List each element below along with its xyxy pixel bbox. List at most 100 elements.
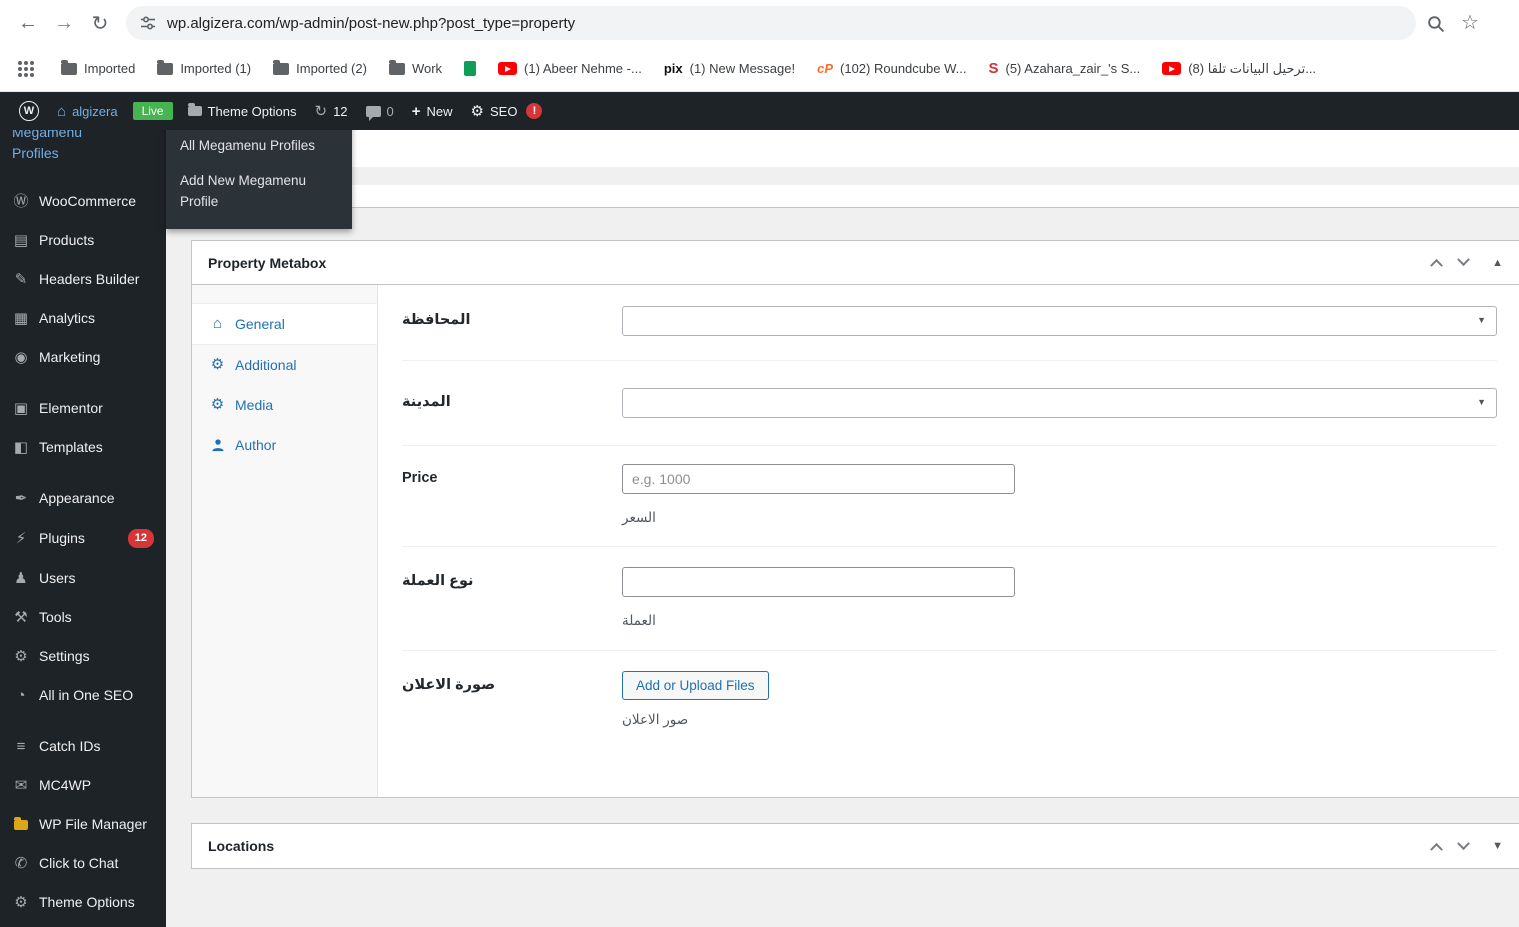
- move-up-icon[interactable]: [1430, 842, 1443, 856]
- sidebar-item-marketing[interactable]: Marketing: [0, 338, 166, 377]
- bookmark-label: Imported: [84, 61, 136, 76]
- sidebar-item-megamenu-profiles[interactable]: Megamenu Profiles: [0, 130, 120, 164]
- move-down-icon[interactable]: [1457, 253, 1470, 267]
- sidebar-item-appearance[interactable]: Appearance: [0, 479, 166, 518]
- sidebar-item-theme-options[interactable]: Theme Options: [0, 883, 166, 922]
- field-row-currency-type: نوع العملة العملة: [402, 547, 1497, 651]
- updates-menu[interactable]: 12: [305, 92, 356, 130]
- sidebar-item-mc4wp[interactable]: MC4WP: [0, 766, 166, 805]
- bookmark-imported[interactable]: Imported: [50, 55, 146, 82]
- sidebar-item-woocommerce[interactable]: WooCommerce: [0, 182, 166, 221]
- back-button[interactable]: [10, 5, 46, 41]
- home-icon: [57, 103, 66, 120]
- sidebar-item-catch-ids[interactable]: Catch IDs: [0, 727, 166, 766]
- sidebar-item-label: Click to Chat: [39, 855, 119, 871]
- bookmark-label: (1) Abeer Nehme -...: [524, 61, 642, 76]
- sidebar-item-elementor[interactable]: Elementor: [0, 389, 166, 428]
- bookmark-azahara[interactable]: S (5) Azahara_zair_'s S...: [977, 54, 1151, 83]
- sidebar-item-partial[interactable]: [0, 922, 166, 927]
- bookmark-label: (1) New Message!: [689, 61, 796, 76]
- tab-media[interactable]: Media: [192, 385, 377, 425]
- tab-label: Media: [235, 397, 274, 413]
- sidebar-item-templates[interactable]: Templates: [0, 428, 166, 467]
- address-bar[interactable]: wp.algizera.com/wp-admin/post-new.php?po…: [126, 6, 1416, 40]
- post-title-field-partial[interactable]: [192, 185, 1519, 208]
- tab-author[interactable]: Author: [192, 425, 377, 465]
- sidebar-item-label: Templates: [39, 439, 103, 455]
- wordpress-logo-menu[interactable]: W: [10, 92, 48, 130]
- tab-general[interactable]: General: [192, 303, 377, 345]
- sidebar-item-tools[interactable]: Tools: [0, 598, 166, 637]
- menu-separator: [0, 715, 166, 727]
- pencil-icon: [12, 271, 30, 288]
- bookmark-youtube-1[interactable]: (1) Abeer Nehme -...: [487, 55, 653, 82]
- new-content-menu[interactable]: New: [403, 92, 462, 130]
- flyout-item-add-new-megamenu-profile[interactable]: Add New Megamenu Profile: [166, 164, 352, 220]
- reload-button[interactable]: [82, 5, 118, 41]
- theme-options-toolbar-menu[interactable]: Theme Options: [179, 92, 306, 130]
- sidebar-item-headers-builder[interactable]: Headers Builder: [0, 260, 166, 299]
- site-settings-icon[interactable]: [140, 15, 156, 31]
- mail-icon: [12, 777, 30, 794]
- sheets-icon: [464, 61, 477, 76]
- ad-image-helper-text: صور الاعلان: [622, 712, 689, 727]
- sidebar-item-users[interactable]: Users: [0, 559, 166, 598]
- property-metabox-panel: Property Metabox ▲ General Additional: [191, 240, 1519, 798]
- brush-icon: [12, 490, 30, 507]
- megamenu-profiles-flyout: All Megamenu Profiles Add New Megamenu P…: [166, 120, 352, 229]
- flyout-item-all-megamenu-profiles[interactable]: All Megamenu Profiles: [166, 129, 352, 164]
- bookmark-label: (5) Azahara_zair_'s S...: [1005, 61, 1141, 76]
- comments-count: 0: [386, 103, 394, 119]
- forward-button[interactable]: [46, 5, 82, 41]
- panel-actions: ▲: [1430, 253, 1505, 272]
- field-row-city: المدينة: [402, 361, 1497, 446]
- move-down-icon[interactable]: [1457, 836, 1470, 850]
- bookmark-sheets[interactable]: [453, 55, 487, 82]
- seo-menu[interactable]: SEO !: [462, 92, 552, 130]
- templates-icon: [12, 439, 30, 456]
- sidebar-item-label: Headers Builder: [39, 271, 140, 287]
- sidebar-item-click-to-chat[interactable]: Click to Chat: [0, 844, 166, 883]
- live-badge: Live: [132, 102, 173, 120]
- products-icon: [12, 232, 30, 249]
- add-or-upload-files-button[interactable]: Add or Upload Files: [622, 671, 769, 700]
- tab-additional[interactable]: Additional: [192, 345, 377, 385]
- apps-grid-icon[interactable]: [18, 60, 34, 77]
- sidebar-item-products[interactable]: Products: [0, 221, 166, 260]
- sidebar-item-label: Catch IDs: [39, 738, 101, 754]
- sidebar-item-wp-file-manager[interactable]: WP File Manager: [0, 805, 166, 844]
- sidebar-item-analytics[interactable]: Analytics: [0, 299, 166, 338]
- move-up-icon[interactable]: [1430, 258, 1443, 272]
- sidebar-item-all-in-one-seo[interactable]: All in One SEO: [0, 676, 166, 715]
- panel-actions: ▼: [1430, 836, 1505, 856]
- zoom-icon[interactable]: [1426, 14, 1445, 33]
- sidebar-item-settings[interactable]: Settings: [0, 637, 166, 676]
- bookmark-label: Imported (1): [180, 61, 252, 76]
- bookmark-pix[interactable]: pix (1) New Message!: [653, 55, 806, 82]
- site-name-menu[interactable]: algizera: [48, 92, 127, 130]
- city-select[interactable]: [622, 388, 1497, 418]
- comments-menu[interactable]: 0: [357, 92, 403, 130]
- price-input[interactable]: [622, 464, 1015, 494]
- bookmark-work[interactable]: Work: [378, 55, 453, 82]
- person-icon: [209, 438, 226, 452]
- sidebar-item-label: Elementor: [39, 400, 103, 416]
- plus-icon: [412, 103, 421, 120]
- sidebar-item-plugins[interactable]: Plugins 12: [0, 518, 166, 559]
- bookmark-imported-2[interactable]: Imported (2): [262, 55, 378, 82]
- currency-type-input[interactable]: [622, 567, 1015, 597]
- panel-title: Property Metabox: [208, 254, 327, 271]
- bookmark-label: Imported (2): [296, 61, 367, 76]
- collapse-toggle-icon[interactable]: ▼: [1492, 840, 1503, 852]
- locations-panel: Locations ▼: [191, 823, 1519, 869]
- bookmark-star-icon[interactable]: [1461, 13, 1479, 33]
- home-icon: [209, 315, 226, 333]
- sidebar-item-label: MC4WP: [39, 777, 92, 793]
- bookmark-imported-1[interactable]: Imported (1): [146, 55, 262, 82]
- governorate-select[interactable]: [622, 306, 1497, 336]
- comments-icon: [365, 105, 381, 121]
- bookmark-roundcube[interactable]: cP (102) Roundcube W...: [806, 55, 977, 82]
- gear-icon: [12, 894, 30, 911]
- bookmark-youtube-2[interactable]: (8) ترحيل البيانات تلقا...: [1151, 55, 1327, 83]
- collapse-toggle-icon[interactable]: ▲: [1492, 257, 1503, 269]
